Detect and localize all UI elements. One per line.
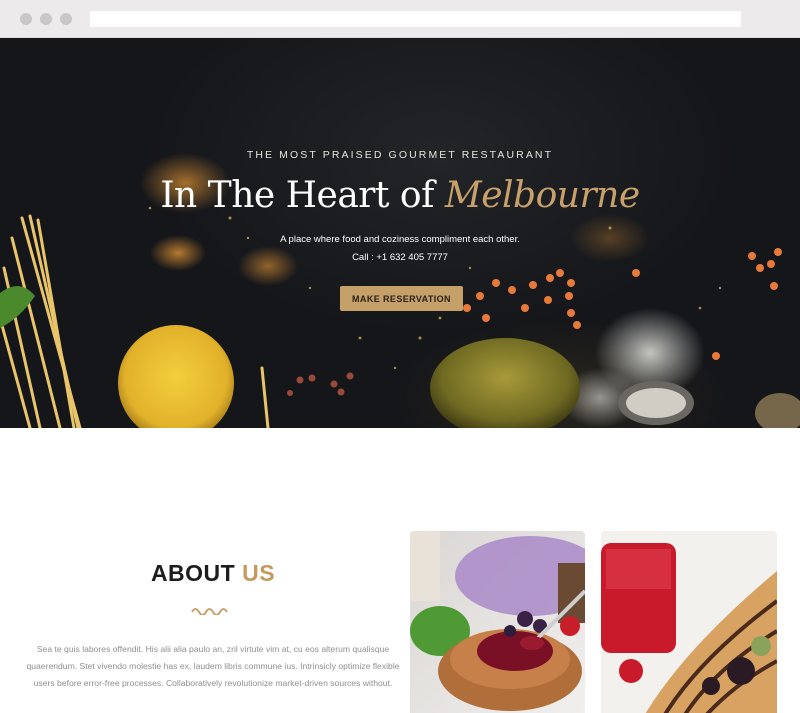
hero-phone: Call : +1 632 405 7777: [352, 252, 448, 263]
hero-kicker: THE MOST PRAISED GOURMET RESTAURANT: [246, 149, 554, 161]
make-reservation-button[interactable]: MAKE RESERVATION: [340, 286, 463, 311]
window-close-dot[interactable]: [20, 13, 32, 25]
about-text: Sea te quis labores offendit. His alii a…: [26, 644, 400, 688]
about-title-accent: US: [242, 560, 276, 586]
hero-food-image: [0, 153, 800, 428]
address-bar[interactable]: [90, 11, 741, 27]
hero-section: THE MOST PRAISED GOURMET RESTAURANT In T…: [0, 38, 800, 428]
window-maximize-dot[interactable]: [60, 13, 72, 25]
about-title-main: ABOUT: [150, 560, 243, 586]
hero-subtitle: A place where food and coziness complime…: [280, 234, 520, 245]
about-photo-pancakes: [410, 531, 585, 713]
zigzag-divider-icon: [191, 608, 228, 615]
about-photo-crepes: [601, 531, 777, 713]
hero-title-main: In The Heart of: [160, 175, 445, 216]
hero-title-accent: Melbourne: [444, 175, 640, 216]
about-title: ABOUT US: [108, 560, 318, 587]
hero-title: In The Heart of Melbourne: [0, 175, 800, 216]
browser-chrome: [0, 0, 800, 38]
window-minimize-dot[interactable]: [40, 13, 52, 25]
